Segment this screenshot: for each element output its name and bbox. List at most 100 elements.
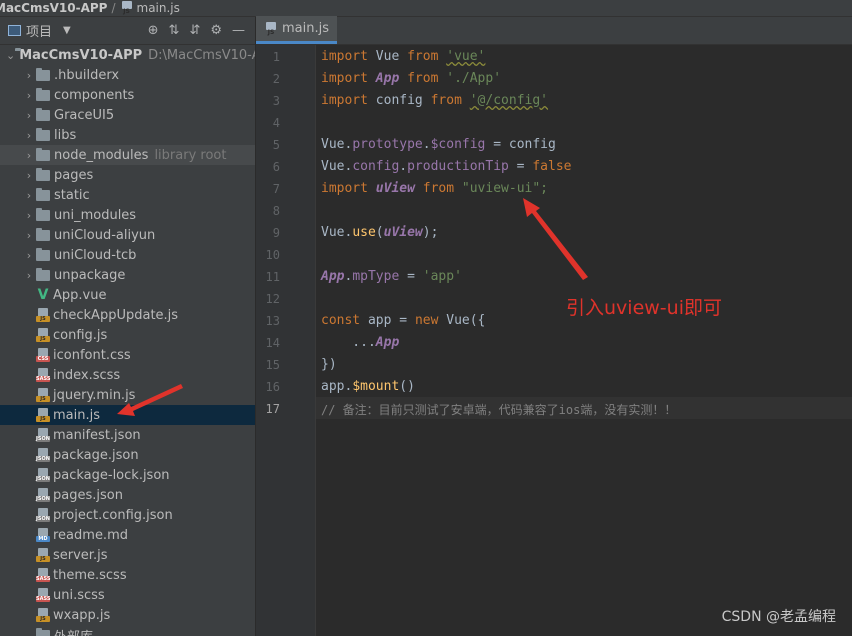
- tree-item-jquery-min-js[interactable]: JS jquery.min.js: [0, 385, 255, 405]
- tree-item-app-vue[interactable]: V App.vue: [0, 285, 255, 305]
- code-line-3[interactable]: import config from '@/config': [321, 93, 548, 108]
- code-line-5[interactable]: Vue.prototype.$config = config: [321, 137, 556, 152]
- chevron-right-icon[interactable]: ›: [22, 209, 36, 222]
- tree-item-components[interactable]: › components: [0, 85, 255, 105]
- js-file-icon: JS: [36, 548, 50, 562]
- chevron-right-icon[interactable]: ›: [22, 149, 36, 162]
- tree-item-package-json[interactable]: JSON package.json: [0, 445, 255, 465]
- project-view-label: 项目: [26, 25, 53, 40]
- vue-file-icon: V: [37, 287, 49, 303]
- tree-item--[interactable]: 外部库: [0, 625, 255, 636]
- tree-item-libs[interactable]: › libs: [0, 125, 255, 145]
- ide-window: MacCmsV10-APP / JS main.js 项目 ▼ ⊕ ⇅ ⇵ ⚙ …: [0, 0, 852, 636]
- tree-item-node-modules[interactable]: › node_modules library root: [0, 145, 255, 165]
- tree-item-uni-scss[interactable]: SASS uni.scss: [0, 585, 255, 605]
- md-file-icon: MD: [36, 528, 50, 542]
- tree-item-label: components: [54, 87, 135, 103]
- breadcrumb-separator: /: [111, 1, 116, 15]
- crosshair-icon[interactable]: ⊕: [148, 23, 159, 38]
- project-view-selector[interactable]: 项目 ▼: [8, 21, 71, 40]
- library-root-hint: library root: [154, 147, 227, 163]
- code-line-14[interactable]: ...App: [321, 335, 399, 350]
- tree-item-unicloud-tcb[interactable]: › uniCloud-tcb: [0, 245, 255, 265]
- tree-item-label: uni.scss: [53, 587, 105, 603]
- code-line-17[interactable]: // 备注：目前只测试了安卓端，代码兼容了ios端，没有实测！！: [321, 401, 676, 418]
- tab-main-js[interactable]: JS main.js: [256, 16, 337, 44]
- js-file-icon: JS: [36, 608, 50, 622]
- chevron-right-icon[interactable]: ›: [22, 129, 36, 142]
- project-view-icon: [8, 25, 21, 36]
- chevron-right-icon[interactable]: ›: [22, 269, 36, 282]
- tree-item-label: jquery.min.js: [53, 387, 136, 403]
- breadcrumb-file[interactable]: main.js: [137, 1, 180, 15]
- folder-icon: [36, 67, 50, 81]
- tree-item-main-js[interactable]: JS main.js: [0, 405, 255, 425]
- code-line-13[interactable]: const app = new Vue({: [321, 313, 485, 328]
- code-line-6[interactable]: Vue.config.productionTip = false: [321, 159, 571, 174]
- code-area[interactable]: import Vue from 'vue' import App from '.…: [316, 45, 852, 636]
- tree-item-label: theme.scss: [53, 567, 127, 583]
- tree-item-package-lock-json[interactable]: JSON package-lock.json: [0, 465, 255, 485]
- tree-item-pages[interactable]: › pages: [0, 165, 255, 185]
- minimize-icon[interactable]: —: [232, 23, 245, 38]
- tree-item-theme-scss[interactable]: SASS theme.scss: [0, 565, 255, 585]
- expand-all-icon[interactable]: ⇅: [169, 23, 180, 38]
- tree-item-wxapp-js[interactable]: JS wxapp.js: [0, 605, 255, 625]
- tree-item-hbuilderx[interactable]: › .hbuilderx: [0, 65, 255, 85]
- chevron-right-icon[interactable]: ›: [22, 229, 36, 242]
- line-number: 14: [265, 336, 280, 350]
- line-number: 9: [272, 226, 280, 240]
- code-line-2[interactable]: import App from './App': [321, 71, 501, 86]
- code-line-9[interactable]: Vue.use(uView);: [321, 225, 438, 240]
- tree-item-pages-json[interactable]: JSON pages.json: [0, 485, 255, 505]
- chevron-right-icon[interactable]: ›: [22, 109, 36, 122]
- chevron-right-icon[interactable]: ›: [22, 189, 36, 202]
- gear-icon[interactable]: ⚙: [210, 23, 222, 38]
- code-line-11[interactable]: App.mpType = 'app': [321, 269, 462, 284]
- folder-icon: [36, 147, 50, 161]
- tree-item-index-scss[interactable]: SASS index.scss: [0, 365, 255, 385]
- sass-file-icon: SASS: [36, 568, 51, 582]
- line-number: 6: [272, 160, 280, 174]
- tree-item-graceui5[interactable]: › GraceUI5: [0, 105, 255, 125]
- breadcrumb: MacCmsV10-APP / JS main.js: [0, 0, 852, 17]
- code-line-15[interactable]: }): [321, 357, 337, 372]
- tree-item-readme-md[interactable]: MD readme.md: [0, 525, 255, 545]
- chevron-right-icon[interactable]: ›: [22, 69, 36, 82]
- breadcrumb-project[interactable]: MacCmsV10-APP: [0, 1, 107, 15]
- collapse-all-icon[interactable]: ⇵: [189, 23, 200, 38]
- tree-item-manifest-json[interactable]: JSON manifest.json: [0, 425, 255, 445]
- tree-item-server-js[interactable]: JS server.js: [0, 545, 255, 565]
- code-line-1[interactable]: import Vue from 'vue': [321, 49, 485, 64]
- line-number: 17: [265, 402, 280, 416]
- tree-item-checkappupdate-js[interactable]: JS checkAppUpdate.js: [0, 305, 255, 325]
- json-file-icon: JSON: [36, 448, 50, 462]
- tree-item-label: project.config.json: [53, 507, 173, 523]
- line-number: 13: [265, 314, 280, 328]
- tree-item-static[interactable]: › static: [0, 185, 255, 205]
- tree-item-label: static: [54, 187, 90, 203]
- folder-icon: [36, 627, 50, 636]
- folder-icon: [36, 247, 50, 261]
- tree-item-unpackage[interactable]: › unpackage: [0, 265, 255, 285]
- folder-icon: [36, 107, 50, 121]
- tree-item-config-js[interactable]: JS config.js: [0, 325, 255, 345]
- project-root-row[interactable]: ⌄ MacCmsV10-APP D:\MacCmsV10-A: [0, 45, 255, 65]
- tree-item-project-config-json[interactable]: JSON project.config.json: [0, 505, 255, 525]
- code-line-16[interactable]: app.$mount(): [321, 379, 415, 394]
- tree-item-label: server.js: [53, 547, 108, 563]
- line-number: 12: [265, 292, 280, 306]
- chevron-right-icon[interactable]: ›: [22, 89, 36, 102]
- chevron-down-icon[interactable]: ⌄: [6, 49, 15, 62]
- chevron-right-icon[interactable]: ›: [22, 169, 36, 182]
- tree-item-label: libs: [54, 127, 77, 143]
- folder-icon: [36, 167, 50, 181]
- tree-item-uni-modules[interactable]: › uni_modules: [0, 205, 255, 225]
- tree-item-unicloud-aliyun[interactable]: › uniCloud-aliyun: [0, 225, 255, 245]
- folder-icon: [36, 187, 50, 201]
- chevron-right-icon[interactable]: ›: [22, 249, 36, 262]
- code-line-7[interactable]: import uView from "uview-ui";: [321, 181, 548, 196]
- tree-item-iconfont-css[interactable]: CSS iconfont.css: [0, 345, 255, 365]
- line-gutter: 1 2 3 4 5 6 7 8 9 10 11 12 13 14 15 16 17: [256, 45, 316, 636]
- js-file-icon: JS: [36, 388, 50, 402]
